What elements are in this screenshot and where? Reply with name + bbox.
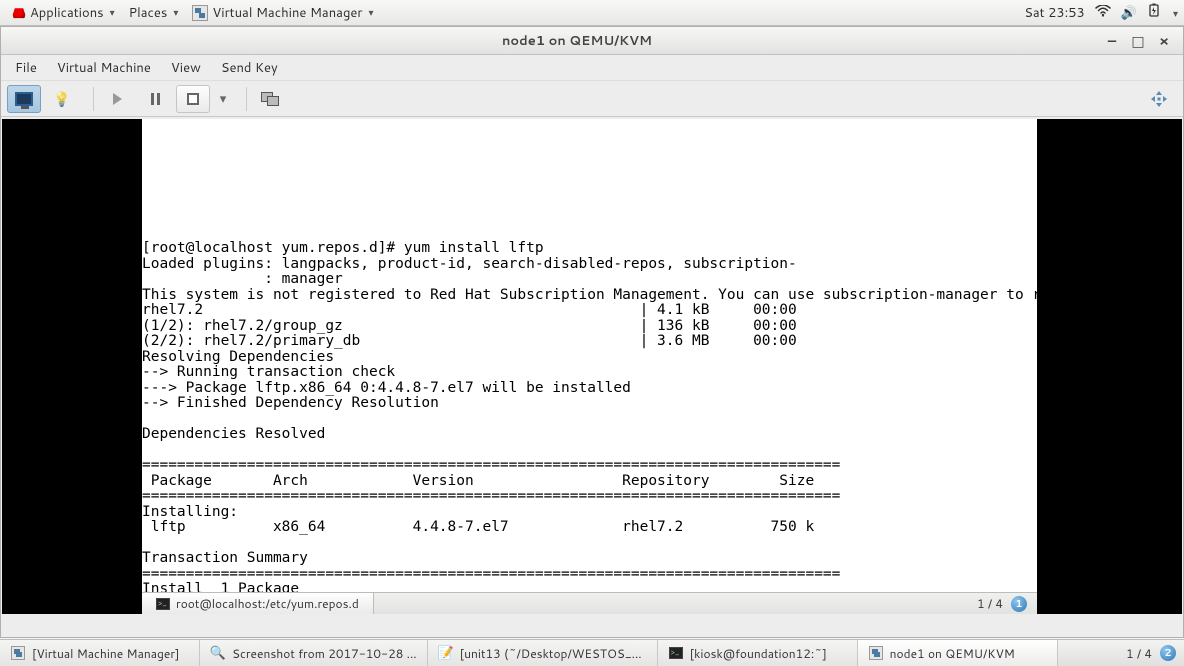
vm-window-title: node1 on QEMU/KVM (61, 32, 1093, 50)
snapshot-button[interactable] (253, 85, 287, 113)
volume-icon[interactable]: 🔊 (1121, 4, 1137, 22)
image-viewer-icon: 🔍 (210, 645, 226, 661)
console-button[interactable] (7, 85, 41, 113)
run-button[interactable] (100, 85, 134, 113)
menu-virtual-machine[interactable]: Virtual Machine (49, 56, 159, 80)
guest-terminal[interactable]: [root@localhost yum.repos.d]# yum instal… (142, 119, 1037, 592)
host-notification-badge[interactable]: 2 (1160, 645, 1176, 661)
menu-send-key[interactable]: Send Key (213, 56, 286, 80)
close-button[interactable]: × (1157, 34, 1171, 48)
vmm-icon (192, 5, 208, 21)
minimize-button[interactable]: – (1105, 34, 1119, 48)
user-menu[interactable] (1171, 4, 1178, 22)
places-menu[interactable]: Places (123, 2, 185, 24)
host-taskbar: [Virtual Machine Manager] 🔍 Screenshot f… (0, 639, 1184, 666)
play-icon (113, 93, 122, 105)
guest-terminal-tab[interactable]: root@localhost:/etc/yum.repos.d (142, 593, 374, 614)
task-label: node1 on QEMU/KVM (890, 645, 1015, 662)
pause-icon (151, 93, 160, 105)
guest-workspace-indicator[interactable]: 1 / 4 (977, 595, 1003, 612)
host-workspace-indicator[interactable]: 1 / 4 (1126, 645, 1152, 662)
guest-tab-label: root@localhost:/etc/yum.repos.d (176, 595, 359, 612)
task-vm-viewer[interactable]: node1 on QEMU/KVM (858, 640, 1058, 666)
places-label: Places (129, 4, 168, 22)
clock[interactable]: Sat 23:53 (1024, 4, 1085, 22)
vm-window: node1 on QEMU/KVM – □ × File Virtual Mac… (0, 26, 1184, 638)
task-label: [unit13 (~/Desktop/WESTOS_O... (460, 645, 647, 662)
active-app-menu[interactable]: Virtual Machine Manager (186, 2, 379, 24)
pause-button[interactable] (138, 85, 172, 113)
task-screenshot[interactable]: 🔍 Screenshot from 2017-10-28 ... (200, 640, 428, 666)
task-label: [kiosk@foundation12:~] (690, 645, 827, 662)
info-button[interactable] (45, 85, 79, 113)
applications-menu[interactable]: Applications (6, 2, 121, 24)
maximize-button[interactable]: □ (1131, 34, 1145, 48)
menubar: File Virtual Machine View Send Key (1, 55, 1183, 81)
monitor-icon (15, 92, 33, 106)
terminal-icon (668, 645, 684, 661)
separator (246, 87, 247, 111)
stop-icon (187, 93, 199, 105)
redhat-icon (12, 6, 26, 20)
menu-view[interactable]: View (163, 56, 209, 80)
bulb-icon (53, 89, 70, 109)
terminal-icon (156, 598, 170, 610)
screens-icon (261, 92, 279, 106)
menu-file[interactable]: File (7, 56, 45, 80)
terminal-output: [root@localhost yum.repos.d]# yum instal… (142, 241, 1037, 592)
fullscreen-button[interactable] (1147, 87, 1171, 111)
shutdown-button[interactable] (176, 85, 210, 113)
battery-icon[interactable] (1147, 3, 1161, 22)
task-label: [Virtual Machine Manager] (32, 645, 180, 662)
gedit-icon: 📝 (438, 645, 454, 661)
vmm-icon (868, 645, 884, 661)
vmm-icon (10, 645, 26, 661)
task-label: Screenshot from 2017-10-28 ... (232, 645, 417, 662)
vm-titlebar[interactable]: node1 on QEMU/KVM – □ × (1, 27, 1183, 55)
guest-panel: root@localhost:/etc/yum.repos.d 1 / 4 1 (142, 592, 1037, 614)
wifi-icon[interactable] (1095, 4, 1111, 22)
vm-display[interactable]: [root@localhost yum.repos.d]# yum instal… (2, 119, 1182, 614)
task-gedit[interactable]: 📝 [unit13 (~/Desktop/WESTOS_O... (428, 640, 658, 666)
separator (93, 87, 94, 111)
shutdown-menu-button[interactable]: ▾ (214, 85, 232, 113)
active-app-label: Virtual Machine Manager (212, 4, 362, 22)
task-terminal[interactable]: [kiosk@foundation12:~] (658, 640, 858, 666)
gnome-top-panel: Applications Places Virtual Machine Mana… (0, 0, 1184, 26)
task-vmm[interactable]: [Virtual Machine Manager] (0, 640, 200, 666)
applications-label: Applications (30, 4, 104, 22)
toolbar: ▾ (1, 81, 1183, 117)
guest-notification-badge[interactable]: 1 (1011, 596, 1027, 612)
